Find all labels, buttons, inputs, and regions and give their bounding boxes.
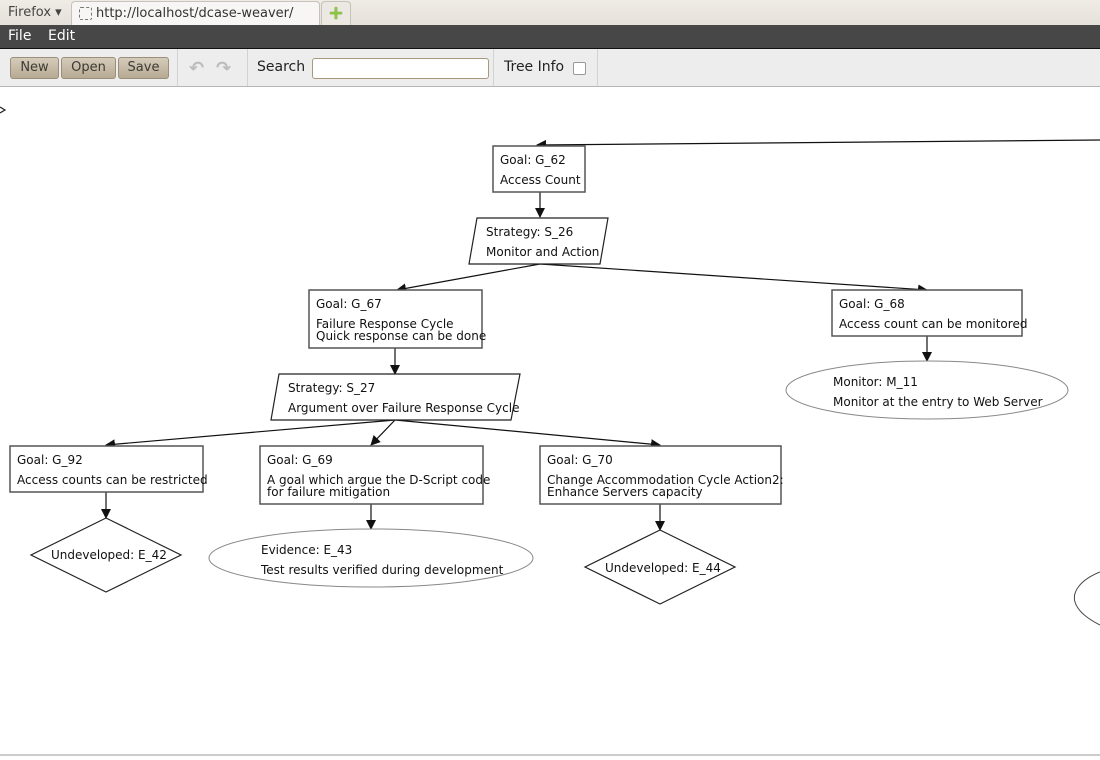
tab-title: http://localhost/dcase-weaver/ bbox=[96, 6, 294, 21]
search-label: Search bbox=[257, 59, 306, 75]
edge-s27-g92 bbox=[105, 419, 396, 450]
edge-s27-g70 bbox=[394, 419, 661, 450]
toolbar-divider bbox=[177, 49, 178, 86]
firefox-menu-button[interactable]: Firefox ▾ bbox=[8, 5, 62, 20]
goal-node-g62[interactable]: Goal: G_62 Access Count bbox=[492, 145, 586, 193]
diagram-svg: Goal: G_62 Access Count Strategy: S_26 M… bbox=[0, 106, 1100, 626]
node-text: Monitor and Action bbox=[486, 245, 599, 259]
node-title: Goal: G_67 bbox=[316, 297, 382, 311]
node-text: Access counts can be restricted bbox=[17, 473, 208, 487]
search-input[interactable] bbox=[312, 58, 489, 79]
plus-icon: + bbox=[328, 2, 344, 24]
strategy-node-s27[interactable]: Strategy: S_27 Argument over Failure Res… bbox=[270, 373, 521, 421]
browser-tab[interactable]: http://localhost/dcase-weaver/ bbox=[71, 1, 320, 25]
node-title: Undeveloped: E_44 bbox=[605, 561, 721, 575]
undo-icon[interactable]: ↶ bbox=[189, 58, 204, 79]
node-title: Goal: G_69 bbox=[267, 453, 333, 467]
menu-file[interactable]: File bbox=[8, 28, 31, 44]
toolbar: New Open Save ↶ ↷ Search Tree Info bbox=[0, 49, 1100, 87]
node-title: Goal: G_70 bbox=[547, 453, 613, 467]
undeveloped-node-e42[interactable]: Undeveloped: E_42 bbox=[29, 517, 183, 593]
node-title: Strategy: S_27 bbox=[288, 381, 375, 395]
edge-s26-g67 bbox=[396, 263, 541, 294]
node-title: Monitor: M_11 bbox=[833, 375, 918, 389]
goal-node-g69[interactable]: Goal: G_69 A goal which argue the D-Scri… bbox=[259, 445, 490, 505]
node-text: Monitor at the entry to Web Server bbox=[833, 395, 1043, 409]
goal-node-g92[interactable]: Goal: G_92 Access counts can be restrict… bbox=[9, 445, 208, 493]
tree-info-label: Tree Info bbox=[504, 59, 565, 75]
new-button[interactable]: New bbox=[10, 57, 59, 79]
node-title: Goal: G_92 bbox=[17, 453, 83, 467]
node-title: Goal: G_68 bbox=[839, 297, 905, 311]
toolbar-divider bbox=[247, 49, 248, 86]
node-title: Evidence: E_43 bbox=[261, 543, 352, 557]
new-tab-button[interactable]: + bbox=[321, 1, 351, 25]
edge-s26-g68 bbox=[539, 263, 928, 295]
toolbar-divider bbox=[493, 49, 494, 86]
goal-node-g67[interactable]: Goal: G_67 Failure Response Cycle Quick … bbox=[308, 289, 486, 349]
node-text: Enhance Servers capacity bbox=[547, 485, 703, 499]
evidence-node-e43[interactable]: Evidence: E_43 Test results verified dur… bbox=[208, 528, 534, 588]
open-button[interactable]: Open bbox=[61, 57, 116, 79]
node-text: Access count can be monitored bbox=[839, 317, 1027, 331]
strategy-node-s26[interactable]: Strategy: S_26 Monitor and Action bbox=[468, 217, 609, 265]
monitor-node-m11[interactable]: Monitor: M_11 Monitor at the entry to We… bbox=[785, 360, 1069, 420]
undeveloped-node-e44[interactable]: Undeveloped: E_44 bbox=[583, 529, 737, 605]
tree-info-checkbox[interactable] bbox=[573, 62, 586, 75]
collapse-marker-icon[interactable] bbox=[0, 106, 7, 114]
menu-edit[interactable]: Edit bbox=[48, 28, 75, 44]
node-text: for failure mitigation bbox=[267, 485, 390, 499]
browser-tab-bar: Firefox ▾ http://localhost/dcase-weaver/… bbox=[0, 0, 1100, 26]
node-text: Quick response can be done bbox=[316, 329, 486, 343]
save-button[interactable]: Save bbox=[118, 57, 169, 79]
page-favicon-icon bbox=[79, 7, 92, 20]
edge-s27-g69 bbox=[370, 419, 396, 446]
offscreen-node-partial[interactable] bbox=[1073, 571, 1100, 626]
node-title: Goal: G_62 bbox=[500, 153, 566, 167]
goal-node-g68[interactable]: Goal: G_68 Access count can be monitored bbox=[831, 289, 1027, 337]
toolbar-divider bbox=[597, 49, 598, 86]
diagram-canvas[interactable]: Goal: G_62 Access Count Strategy: S_26 M… bbox=[0, 87, 1100, 756]
node-text: Test results verified during development bbox=[260, 563, 504, 577]
redo-icon[interactable]: ↷ bbox=[216, 58, 231, 79]
edge-offscreen-g62 bbox=[536, 139, 1100, 150]
goal-node-g70[interactable]: Goal: G_70 Change Accommodation Cycle Ac… bbox=[539, 445, 784, 505]
node-text: Access Count bbox=[500, 173, 581, 187]
node-title: Undeveloped: E_42 bbox=[51, 548, 167, 562]
node-title: Strategy: S_26 bbox=[486, 225, 573, 239]
node-text: Argument over Failure Response Cycle bbox=[288, 401, 519, 415]
menu-bar: File Edit bbox=[0, 25, 1100, 49]
